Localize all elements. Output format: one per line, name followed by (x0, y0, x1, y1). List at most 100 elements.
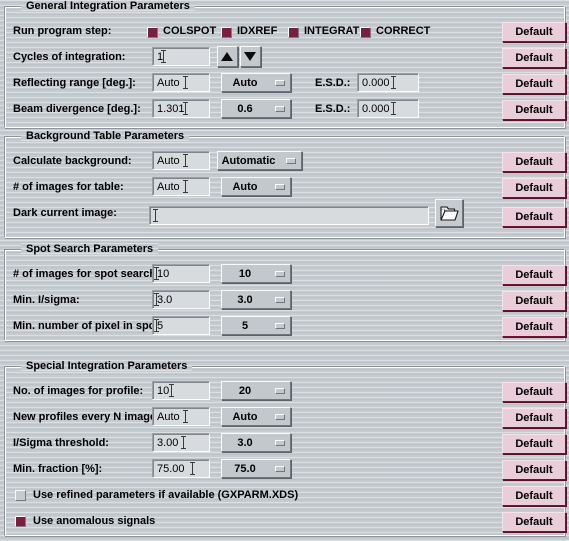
label-number-of-images-for-spot-search: # of images for spot search: (13, 268, 160, 280)
default-button-reflecting-range[interactable]: Default (502, 74, 566, 94)
dropdown-new-profiles-every-n-images[interactable]: Auto (221, 407, 291, 426)
input-min-i-sigma[interactable]: 3.0 (152, 290, 210, 309)
text-caret (181, 436, 186, 449)
checkbox-idxref[interactable] (221, 27, 232, 38)
label-min-number-of-pixel-in-spot: Min. number of pixel in spot: (13, 320, 163, 332)
input-i-sigma-threshold[interactable]: 3.00 (152, 433, 210, 452)
default-button-new-profiles-every-n-images[interactable]: Default (502, 408, 566, 428)
dropdown-value-calculate-background: Automatic (221, 155, 276, 167)
input-dark-current-image[interactable] (149, 206, 429, 225)
dropdown-min-fraction[interactable]: 75.0 (221, 459, 291, 478)
dropdown-value-i-sigma-threshold: 3.0 (237, 437, 253, 449)
input-number-of-images-for-spot-search[interactable]: 10 (152, 264, 210, 283)
default-button-beam-divergence[interactable]: Default (502, 100, 566, 120)
default-button-no-of-images-for-profile[interactable]: Default (502, 382, 566, 402)
default-button-use-anomalous-signals[interactable]: Default (502, 512, 566, 532)
input-value-new-profiles-every-n-images: Auto (157, 411, 180, 423)
section-title-background-table: Background Table Parameters (21, 130, 190, 142)
default-button-number-of-images-for-table[interactable]: Default (502, 178, 566, 198)
option-menu-indicator-icon (275, 323, 285, 329)
input-value-beam-divergence: 1.301 (157, 103, 185, 115)
input-reflecting-range[interactable]: Auto (152, 73, 210, 92)
spinner-down-cycles-of-integration[interactable] (240, 46, 261, 67)
dropdown-value-min-fraction: 75.0 (234, 463, 256, 475)
checkbox-label-correct[interactable]: CORRECT (376, 25, 430, 37)
checkbox-correct[interactable] (360, 27, 371, 38)
default-button-number-of-images-for-spot-search[interactable]: Default (502, 265, 566, 285)
text-caret (183, 154, 188, 167)
option-menu-indicator-icon (275, 466, 285, 472)
dropdown-no-of-images-for-profile[interactable]: 20 (221, 381, 291, 400)
checkbox-use-anomalous-signals[interactable] (15, 516, 26, 527)
dropdown-reflecting-range[interactable]: Auto (221, 73, 291, 92)
text-caret (153, 209, 158, 222)
dropdown-number-of-images-for-table[interactable]: Auto (221, 177, 291, 196)
spinner-up-cycles-of-integration[interactable] (217, 46, 238, 67)
row-number-of-images-for-spot-search: # of images for spot search: 10 10 Defau… (5, 263, 566, 287)
input-no-of-images-for-profile[interactable]: 10 (152, 381, 210, 400)
row-min-fraction: Min. fraction [%]: 75.00 75.0 Default (5, 458, 566, 482)
text-caret (391, 76, 396, 89)
checkbox-label-idxref[interactable]: IDXREF (237, 25, 277, 37)
default-button-min-fraction[interactable]: Default (502, 460, 566, 480)
input-esd-reflecting-range[interactable]: 0.000 (357, 73, 419, 92)
row-dark-current-image: Dark current image: Default (5, 199, 566, 232)
default-button-calculate-background[interactable]: Default (502, 152, 566, 172)
label-min-fraction: Min. fraction [%]: (13, 463, 103, 475)
text-caret (183, 180, 188, 193)
dropdown-i-sigma-threshold[interactable]: 3.0 (221, 433, 291, 452)
row-beam-divergence: Beam divergence [deg.]: 1.301 0.6 E.S.D.… (5, 98, 566, 122)
input-new-profiles-every-n-images[interactable]: Auto (152, 407, 210, 426)
dropdown-min-number-of-pixel-in-spot[interactable]: 5 (221, 316, 291, 335)
option-menu-indicator-icon (275, 271, 285, 277)
dropdown-value-reflecting-range: Auto (232, 77, 258, 89)
integration-parameters-dialog: General Integration Parameters Run progr… (0, 0, 569, 541)
label-cycles-of-integration: Cycles of integration: (13, 51, 126, 63)
text-caret (183, 102, 188, 115)
label-esd-beam-divergence: E.S.D.: (315, 103, 351, 115)
input-min-fraction[interactable]: 75.00 (152, 459, 210, 478)
input-value-i-sigma-threshold: 3.00 (157, 437, 179, 449)
input-calculate-background[interactable]: Auto (152, 151, 210, 170)
checkbox-label-use-anomalous-signals[interactable]: Use anomalous signals (33, 515, 155, 527)
default-button-use-refined-parameters[interactable]: Default (502, 486, 566, 506)
option-menu-indicator-icon (275, 80, 285, 86)
default-button-cycles-of-integration[interactable]: Default (502, 48, 566, 68)
input-cycles-of-integration[interactable]: 1 (152, 47, 210, 66)
label-i-sigma-threshold: I/Sigma threshold: (13, 437, 109, 449)
option-menu-indicator-icon (275, 184, 285, 190)
default-button-dark-current-image[interactable]: Default (502, 207, 566, 227)
checkbox-label-integrat[interactable]: INTEGRAT (304, 25, 359, 37)
input-number-of-images-for-table[interactable]: Auto (152, 177, 210, 196)
section-title-general: General Integration Parameters (21, 0, 195, 12)
input-esd-beam-divergence[interactable]: 0.000 (357, 99, 419, 118)
default-button-min-i-sigma[interactable]: Default (502, 291, 566, 311)
dropdown-beam-divergence[interactable]: 0.6 (221, 99, 291, 118)
dropdown-min-i-sigma[interactable]: 3.0 (221, 290, 291, 309)
default-button-min-number-of-pixel-in-spot[interactable]: Default (502, 317, 566, 337)
dropdown-number-of-images-for-spot-search[interactable]: 10 (221, 264, 291, 283)
input-min-number-of-pixel-in-spot[interactable]: 5 (152, 316, 210, 335)
dropdown-value-no-of-images-for-profile: 20 (238, 385, 252, 397)
checkbox-label-colspot[interactable]: COLSPOT (163, 25, 216, 37)
dropdown-calculate-background[interactable]: Automatic (217, 151, 302, 170)
option-menu-indicator-icon (286, 158, 296, 164)
browse-dark-current-image-button[interactable] (435, 199, 463, 227)
default-button-i-sigma-threshold[interactable]: Default (502, 434, 566, 454)
checkbox-integrat[interactable] (288, 27, 299, 38)
label-calculate-background: Calculate background: (13, 155, 132, 167)
default-button-run-program-step[interactable]: Default (502, 22, 566, 42)
input-value-esd-reflecting-range: 0.000 (362, 77, 390, 89)
checkbox-label-use-refined-parameters[interactable]: Use refined parameters if available (GXP… (33, 489, 298, 501)
section-special-integration-parameters: Special Integration Parameters No. of im… (4, 360, 566, 536)
label-beam-divergence: Beam divergence [deg.]: (13, 103, 141, 115)
option-menu-indicator-icon (275, 106, 285, 112)
checkbox-colspot[interactable] (147, 27, 158, 38)
checkbox-use-refined-parameters[interactable] (15, 490, 26, 501)
dropdown-value-min-number-of-pixel-in-spot: 5 (241, 320, 249, 332)
input-beam-divergence[interactable]: 1.301 (152, 99, 210, 118)
label-new-profiles-every-n-images: New profiles every N images: (13, 411, 166, 423)
row-i-sigma-threshold: I/Sigma threshold: 3.00 3.0 Default (5, 432, 566, 456)
option-menu-indicator-icon (275, 388, 285, 394)
row-reflecting-range: Reflecting range [deg.]: Auto Auto E.S.D… (5, 72, 566, 96)
